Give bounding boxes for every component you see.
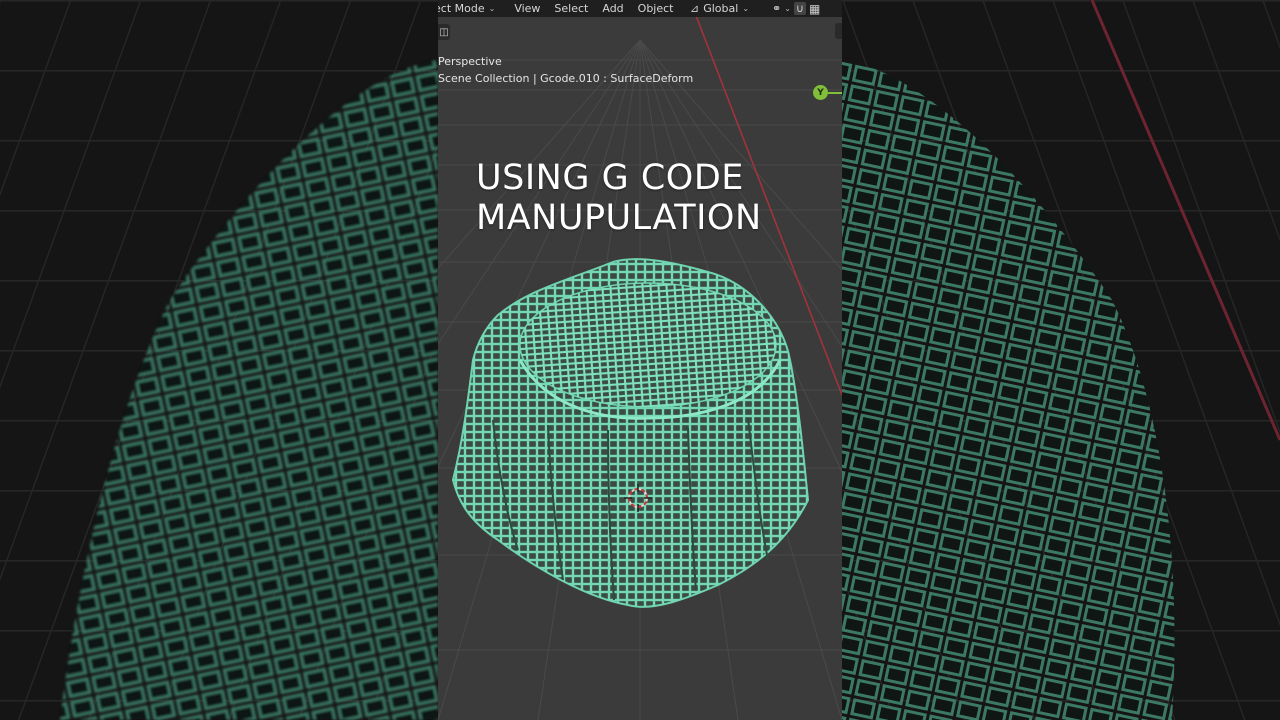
3d-viewport[interactable]: ect Mode ⌄ View Select Add Object ⊿ Glob… (438, 0, 842, 720)
blurred-backdrop-left (0, 0, 438, 720)
blurred-backdrop-right (842, 0, 1280, 720)
snap-icon[interactable]: ∪ (793, 2, 806, 15)
video-frame: ect Mode ⌄ View Select Add Object ⊿ Glob… (0, 0, 1280, 720)
gizmo-y-axis-line (828, 92, 842, 94)
mode-label: ect Mode (438, 2, 485, 15)
transform-orientation-selector[interactable]: ⊿ Global ⌄ (690, 0, 749, 17)
view-label: Perspective (438, 55, 502, 68)
snap-controls: ⚭ ⌄ ∪ ▦ (772, 0, 820, 17)
menu-view[interactable]: View (507, 2, 547, 15)
menu-object[interactable]: Object (631, 2, 681, 15)
menu-add[interactable]: Add (595, 2, 630, 15)
pivot-chevron-icon[interactable]: ⌄ (784, 4, 791, 13)
orientation-chevron-icon: ⌄ (742, 4, 750, 13)
caption-line-1: USING G CODE (476, 158, 744, 198)
viewport-menu: View Select Add Object (507, 2, 680, 15)
pivot-icon[interactable]: ⚭ (772, 2, 781, 15)
sidebar-toggle-tab[interactable] (835, 23, 842, 39)
navigation-gizmo-y-icon[interactable]: Y (813, 85, 828, 100)
scene-canvas (438, 0, 842, 720)
orientation-label: Global (703, 2, 739, 15)
video-caption: USING G CODE MANUPULATION (476, 158, 762, 238)
tool-settings-icon[interactable]: ◫ (438, 24, 450, 40)
collection-label: Scene Collection | Gcode.010 : SurfaceDe… (438, 72, 694, 85)
caption-line-2: MANUPULATION (476, 198, 762, 238)
mode-chevron-icon: ⌄ (488, 4, 496, 13)
menu-select[interactable]: Select (547, 2, 595, 15)
overlay-grid-icon[interactable]: ▦ (809, 2, 820, 16)
mode-selector[interactable]: ect Mode ⌄ (438, 2, 495, 15)
viewport-header: ect Mode ⌄ View Select Add Object ⊿ Glob… (438, 0, 842, 17)
transform-orientation-icon: ⊿ (690, 2, 700, 15)
